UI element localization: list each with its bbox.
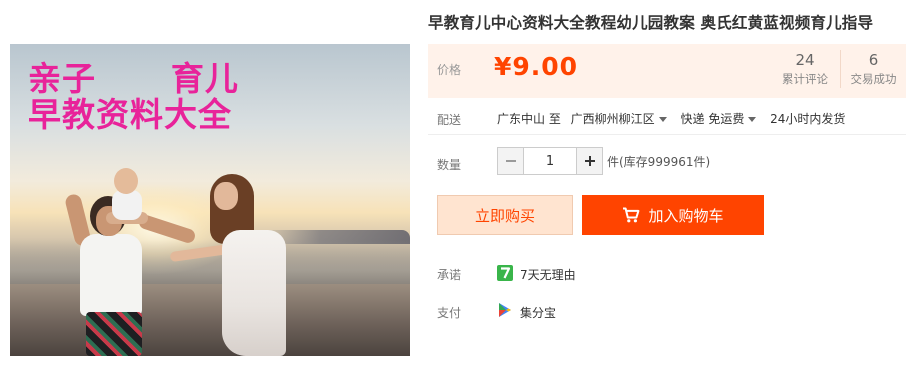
cart-icon <box>623 207 640 223</box>
ship-from: 广东中山 至 <box>497 112 561 126</box>
minus-icon <box>505 160 516 162</box>
plus-icon <box>584 156 595 166</box>
quantity-label: 数量 <box>437 158 462 172</box>
baby-head <box>114 168 138 194</box>
price-label: 价格 <box>437 63 462 77</box>
sold-label: 交易成功 <box>850 72 897 86</box>
stock-info: 件(库存999961件) <box>607 155 711 169</box>
ship-to: 广西柳州柳江区 <box>570 112 655 126</box>
dispatch-time: 24小时内发货 <box>770 112 846 126</box>
payment-label: 支付 <box>437 306 462 320</box>
decrease-button[interactable] <box>498 148 524 174</box>
shipping-row: 广东中山 至 广西柳州柳江区 快递 免运费 24小时内发货 <box>497 110 845 127</box>
man-shorts <box>86 312 142 356</box>
reviews-stat[interactable]: 24 累计评论 <box>772 50 838 88</box>
ship-method-select[interactable]: 快递 免运费 <box>681 110 767 127</box>
woman-face <box>214 182 238 210</box>
increase-button[interactable] <box>576 148 602 174</box>
man-shirt <box>80 234 142 316</box>
shore <box>10 284 410 356</box>
woman-dress <box>222 230 286 356</box>
reviews-count: 24 <box>795 51 815 69</box>
chevron-down-icon <box>658 117 667 122</box>
shipping-label: 配送 <box>437 113 462 127</box>
product-image[interactable]: 亲子 育儿 早教资料大全 <box>10 44 410 356</box>
price-block: 价格 ¥9.00 24 累计评论 6 交易成功 <box>428 44 906 98</box>
add-to-cart-button[interactable]: 加入购物车 <box>582 195 764 235</box>
baby-body <box>112 190 142 220</box>
product-title: 早教育儿中心资料大全教程幼儿园教案 奥氏红黄蓝视频育儿指导 <box>428 14 874 32</box>
quantity-stepper <box>497 147 603 175</box>
promise-label: 承诺 <box>437 268 462 282</box>
quantity-input[interactable] <box>524 148 576 174</box>
price-value: ¥9.00 <box>494 52 579 81</box>
photo-overlay-text: 早教资料大全 <box>28 95 232 134</box>
sold-stat: 6 交易成功 <box>840 50 906 88</box>
ship-to-select[interactable]: 广西柳州柳江区 <box>571 110 677 127</box>
ship-method: 快递 免运费 <box>680 112 745 126</box>
payment-text[interactable]: 集分宝 <box>520 304 556 321</box>
add-to-cart-label: 加入购物车 <box>648 206 724 225</box>
chevron-down-icon <box>748 117 757 122</box>
promise-text[interactable]: 7天无理由 <box>520 266 576 283</box>
reviews-label: 累计评论 <box>782 72 828 86</box>
sold-count: 6 <box>868 51 879 69</box>
seven-day-return-icon <box>497 265 513 281</box>
divider <box>428 134 906 135</box>
jifenbao-icon <box>499 303 511 317</box>
buy-now-button[interactable]: 立即购买 <box>437 195 573 235</box>
